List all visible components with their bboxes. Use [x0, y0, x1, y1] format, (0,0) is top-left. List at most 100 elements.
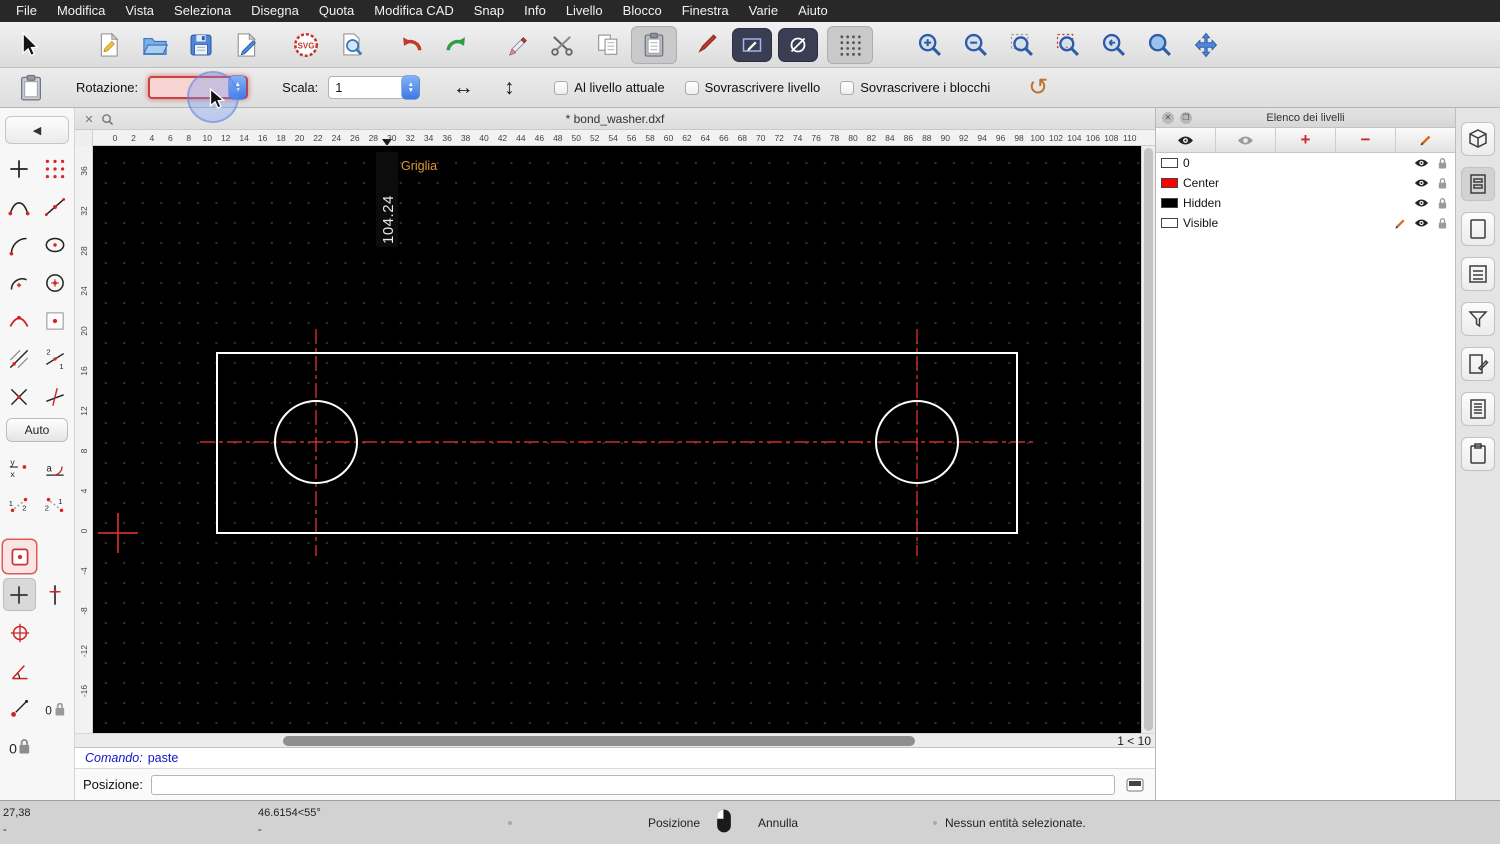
draw-pen-button[interactable]	[683, 26, 729, 64]
dock-selection-filter-button[interactable]	[1461, 302, 1495, 336]
coordinate-polar-button[interactable]: a	[39, 450, 72, 483]
svg-export-button[interactable]: SVG	[283, 26, 329, 64]
checkbox-sovrascrivere-i-blocchi[interactable]: Sovrascrivere i blocchi	[840, 80, 990, 95]
layer-lock-icon[interactable]	[1434, 177, 1450, 190]
vertical-scrollbar-thumb[interactable]	[1144, 148, 1153, 731]
layer-visibility-eye-icon[interactable]	[1413, 178, 1429, 188]
snap-middle-button[interactable]	[39, 304, 72, 337]
zoom-window-button[interactable]	[1137, 26, 1183, 64]
snap-endpoints-button[interactable]	[3, 190, 36, 223]
menu-file[interactable]: File	[6, 0, 47, 22]
document-zoom-icon[interactable]	[99, 111, 115, 127]
layer-lock-icon[interactable]	[1434, 197, 1450, 210]
snap-free-button[interactable]	[3, 152, 36, 185]
set-relative-zero-button[interactable]: 0	[3, 730, 36, 763]
redo-button[interactable]	[434, 26, 480, 64]
print-preview-button[interactable]	[329, 26, 375, 64]
edit-attributes-button[interactable]	[732, 27, 772, 62]
restrict-vertical-button[interactable]	[39, 578, 72, 611]
layer-row-center[interactable]: Center	[1156, 173, 1455, 193]
edit-drawing-button[interactable]	[224, 26, 270, 64]
snap-tangent-button[interactable]	[3, 304, 36, 337]
layer-visibility-eye-icon[interactable]	[1413, 158, 1429, 168]
panel-float-button[interactable]: ❐	[1180, 112, 1192, 124]
zoom-in-button[interactable]	[907, 26, 953, 64]
scale-stepper[interactable]: ▲ ▼	[402, 76, 420, 99]
layer-lock-icon[interactable]	[1434, 217, 1450, 230]
snap-ellipse-button[interactable]	[39, 228, 72, 261]
checkbox-al-livello-attuale[interactable]: Al livello attuale	[554, 80, 665, 95]
menu-livello[interactable]: Livello	[556, 0, 613, 22]
snap-center-button[interactable]	[39, 266, 72, 299]
menu-info[interactable]: Info	[514, 0, 556, 22]
dock-command-line-button[interactable]	[1461, 392, 1495, 426]
layer-row-0[interactable]: 0	[1156, 153, 1455, 173]
rotation-input[interactable]: ▲ ▼	[148, 76, 249, 99]
coordinate-cartesian-button[interactable]: yx	[3, 450, 36, 483]
auto-snap-button[interactable]: Auto	[6, 418, 68, 442]
relative-coordinates-button[interactable]: 12	[3, 488, 36, 521]
snap-perpendicular-button[interactable]	[3, 228, 36, 261]
close-document-button[interactable]: ✕	[81, 111, 97, 127]
menu-quota[interactable]: Quota	[309, 0, 364, 22]
reset-rotation-button[interactable]: ↺	[1020, 72, 1056, 104]
collapse-toolbar-button[interactable]: ◀	[5, 116, 69, 144]
add-layer-button[interactable]: +	[1276, 128, 1336, 152]
scale-input[interactable]: 1 ▲ ▼	[328, 76, 421, 99]
snap-distance-manual-button[interactable]: 21	[39, 342, 72, 375]
diameter-tool-button[interactable]	[778, 27, 818, 62]
dock-clipboard-panel-button[interactable]	[1461, 437, 1495, 471]
snap-center-red-button[interactable]	[3, 616, 36, 649]
vertical-scrollbar[interactable]	[1141, 146, 1155, 733]
horizontal-scrollbar[interactable]	[93, 735, 1105, 747]
snap-grid-button[interactable]	[39, 152, 72, 185]
flip-horizontal-button[interactable]: ↔	[446, 73, 480, 103]
checkbox-box[interactable]	[684, 80, 699, 95]
dock-library-browser-button[interactable]	[1461, 347, 1495, 381]
checkbox-sovrascrivere-livello[interactable]: Sovrascrivere livello	[684, 80, 820, 95]
dock-block-list-button[interactable]	[1461, 212, 1495, 246]
zoom-selection-button[interactable]	[1045, 26, 1091, 64]
zoom-previous-button[interactable]	[1091, 26, 1137, 64]
show-all-layers-button[interactable]	[1156, 128, 1216, 152]
menu-aiuto[interactable]: Aiuto	[788, 0, 838, 22]
position-input[interactable]	[150, 774, 1115, 795]
layer-edit-pencil-icon[interactable]	[1392, 217, 1408, 230]
edit-layer-button[interactable]	[1396, 128, 1455, 152]
menu-snap[interactable]: Snap	[464, 0, 514, 22]
layer-row-visible[interactable]: Visible	[1156, 213, 1455, 233]
layer-visibility-eye-icon[interactable]	[1413, 218, 1429, 228]
lock-relative-zero-button[interactable]: 0	[39, 692, 72, 725]
menu-disegna[interactable]: Disegna	[241, 0, 309, 22]
clipboard-tool-button[interactable]	[8, 70, 54, 106]
snap-distance-point-button[interactable]	[3, 692, 36, 725]
menu-vista[interactable]: Vista	[115, 0, 164, 22]
delete-tool-button[interactable]	[493, 26, 539, 64]
restrict-orthogonal-button[interactable]	[2, 578, 36, 611]
zoom-auto-button[interactable]	[999, 26, 1045, 64]
pan-button[interactable]	[1183, 26, 1229, 64]
cut-button[interactable]	[539, 26, 585, 64]
menu-modifica-cad[interactable]: Modifica CAD	[364, 0, 463, 22]
snap-reference-button[interactable]	[3, 266, 36, 299]
open-file-button[interactable]	[132, 26, 178, 64]
horizontal-scrollbar-thumb[interactable]	[283, 735, 915, 746]
snap-intersection-manual-button[interactable]	[39, 380, 72, 413]
save-button[interactable]	[178, 26, 224, 64]
select-tool-button[interactable]	[6, 26, 52, 64]
layer-lock-icon[interactable]	[1434, 157, 1450, 170]
menu-seleziona[interactable]: Seleziona	[164, 0, 241, 22]
snap-intersection-button[interactable]	[3, 380, 36, 413]
panel-close-button[interactable]: ✕	[1162, 112, 1174, 124]
menu-modifica[interactable]: Modifica	[47, 0, 115, 22]
undo-button[interactable]	[388, 26, 434, 64]
snap-distance-button[interactable]	[3, 342, 36, 375]
paste-button[interactable]	[631, 25, 677, 64]
dock-view-list-button[interactable]	[1461, 257, 1495, 291]
absolute-coordinates-button[interactable]: 21	[39, 488, 72, 521]
dock-property-editor-button[interactable]	[1461, 122, 1495, 156]
snap-angle-button[interactable]	[3, 654, 36, 687]
menu-finestra[interactable]: Finestra	[672, 0, 739, 22]
menu-varie[interactable]: Varie	[739, 0, 788, 22]
new-document-button[interactable]	[86, 26, 132, 64]
